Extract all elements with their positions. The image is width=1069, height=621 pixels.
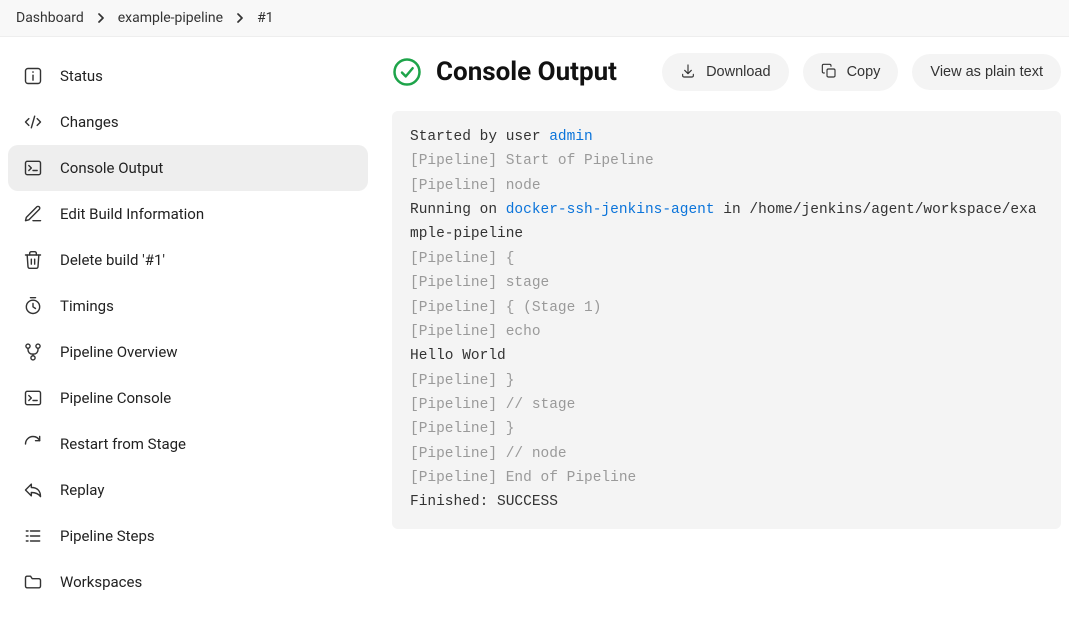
console-line: [Pipeline] // stage (410, 397, 575, 413)
sidebar-item-pipeline-overview[interactable]: Pipeline Overview (8, 329, 368, 375)
sidebar-item-console-output[interactable]: Console Output (8, 145, 368, 191)
chevron-right-icon (96, 13, 106, 23)
success-icon (392, 57, 422, 87)
console-output: Started by user admin [Pipeline] Start o… (392, 111, 1061, 529)
console-line: [Pipeline] echo (410, 324, 541, 340)
console-line: [Pipeline] // node (410, 446, 567, 462)
sidebar-item-changes[interactable]: Changes (8, 99, 368, 145)
sidebar-item-label: Status (60, 67, 103, 85)
edit-icon (22, 203, 44, 225)
sidebar-item-label: Changes (60, 113, 119, 131)
sidebar-item-label: Replay (60, 481, 104, 499)
download-button[interactable]: Download (662, 53, 789, 91)
sidebar-item-label: Edit Build Information (60, 205, 204, 223)
console-line: [Pipeline] stage (410, 275, 549, 291)
main-content: Console Output Download Copy View as pla… (376, 37, 1069, 621)
sidebar-item-replay[interactable]: Replay (8, 467, 368, 513)
terminal-icon (22, 157, 44, 179)
sidebar-item-workspaces[interactable]: Workspaces (8, 559, 368, 605)
sidebar-item-label: Pipeline Console (60, 389, 171, 407)
sidebar-item-delete-build[interactable]: Delete build '#1' (8, 237, 368, 283)
breadcrumb-build[interactable]: #1 (257, 10, 274, 26)
code-icon (22, 111, 44, 133)
refresh-icon (22, 433, 44, 455)
console-line: [Pipeline] { (410, 251, 514, 267)
button-label: Copy (847, 64, 881, 80)
replay-icon (22, 479, 44, 501)
console-line: [Pipeline] } (410, 373, 514, 389)
button-label: View as plain text (930, 64, 1043, 80)
sidebar-item-label: Restart from Stage (60, 435, 186, 453)
console-line: [Pipeline] { (Stage 1) (410, 300, 601, 316)
console-line: [Pipeline] node (410, 178, 541, 194)
breadcrumb-pipeline[interactable]: example-pipeline (118, 10, 223, 26)
console-line: Finished: SUCCESS (410, 494, 558, 510)
view-plain-text-button[interactable]: View as plain text (912, 54, 1061, 90)
sidebar-item-restart-stage[interactable]: Restart from Stage (8, 421, 368, 467)
sidebar-item-label: Delete build '#1' (60, 251, 165, 269)
sidebar-item-label: Workspaces (60, 573, 142, 591)
sidebar-item-timings[interactable]: Timings (8, 283, 368, 329)
clock-icon (22, 295, 44, 317)
button-label: Download (706, 64, 771, 80)
sidebar: Status Changes Console Output Edit Build… (0, 37, 376, 621)
agent-link[interactable]: docker-ssh-jenkins-agent (506, 202, 715, 218)
sidebar-item-pipeline-steps[interactable]: Pipeline Steps (8, 513, 368, 559)
console-line: [Pipeline] Start of Pipeline (410, 153, 654, 169)
console-line: [Pipeline] } (410, 421, 514, 437)
sidebar-item-label: Pipeline Steps (60, 527, 155, 545)
copy-icon (821, 63, 839, 81)
console-line: [Pipeline] End of Pipeline (410, 470, 636, 486)
sidebar-item-pipeline-console[interactable]: Pipeline Console (8, 375, 368, 421)
steps-icon (22, 525, 44, 547)
console-line: Started by user admin (410, 129, 593, 145)
breadcrumb-dashboard[interactable]: Dashboard (16, 10, 84, 26)
breadcrumb: Dashboard example-pipeline #1 (0, 0, 1069, 37)
sidebar-item-label: Timings (60, 297, 114, 315)
download-icon (680, 63, 698, 81)
page-header: Console Output Download Copy View as pla… (392, 53, 1061, 91)
console-line: Running on docker-ssh-jenkins-agent in /… (410, 202, 1037, 242)
sidebar-item-edit-build[interactable]: Edit Build Information (8, 191, 368, 237)
trash-icon (22, 249, 44, 271)
chevron-right-icon (235, 13, 245, 23)
sidebar-item-label: Console Output (60, 159, 163, 177)
folder-icon (22, 571, 44, 593)
sidebar-item-status[interactable]: Status (8, 53, 368, 99)
console-line: Hello World (410, 348, 506, 364)
git-branch-icon (22, 341, 44, 363)
info-icon (22, 65, 44, 87)
copy-button[interactable]: Copy (803, 53, 899, 91)
page-title: Console Output (436, 57, 648, 87)
sidebar-item-label: Pipeline Overview (60, 343, 178, 361)
terminal-icon (22, 387, 44, 409)
user-link[interactable]: admin (549, 129, 593, 145)
